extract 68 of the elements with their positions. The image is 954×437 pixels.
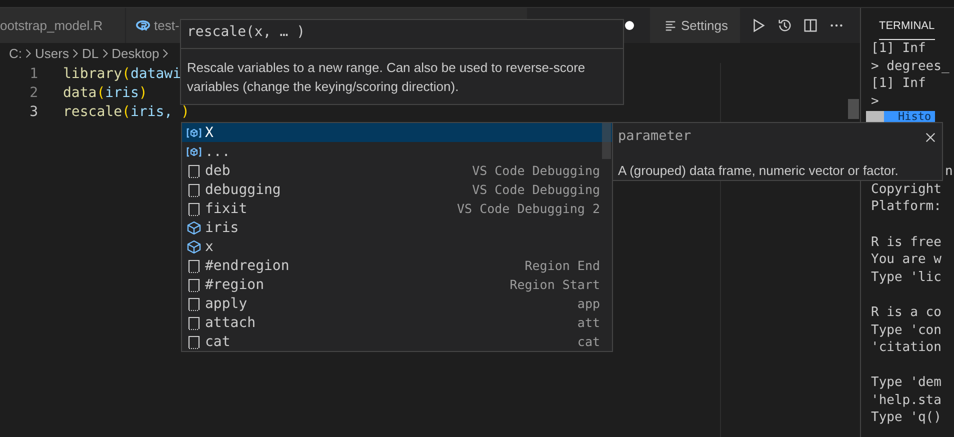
line-number: 2 [28,84,39,103]
run-icon[interactable] [750,18,766,33]
suggestion-item[interactable]: attach att [182,313,612,332]
terminal-line: 'help.sta [871,392,942,408]
suggestion-item[interactable]: #region Region Start [182,275,612,294]
chevron-icon [25,48,32,58]
terminal-line: > degrees_ [871,58,950,74]
terminal-line: [1] Inf [871,76,926,92]
snippet-icon [186,314,202,330]
terminal-line: [1] Inf [871,41,926,56]
line-number: 3 [28,103,39,122]
snippet-icon [186,162,202,178]
split-editor-icon[interactable] [802,18,818,33]
r-logo-icon [136,18,150,32]
terminal-line: > [871,94,879,109]
scrollbar-thumb[interactable] [848,99,859,119]
breadcrumb[interactable]: DL [82,46,99,60]
scrollbar-thumb[interactable] [602,123,611,159]
suggestion-item[interactable]: ... [182,142,612,161]
suggestion-item[interactable]: #endregion Region End [182,256,612,275]
terminal-line: n [945,164,953,180]
close-icon [925,132,936,143]
terminal-line: R is free [871,234,942,250]
suggestion-item[interactable]: cat cat [182,332,612,351]
terminal-tab[interactable]: TERMINAL [879,20,935,40]
terminal-line: Type 'q() [871,410,942,426]
snippet-icon [186,296,202,312]
line-number: 1 [28,65,39,84]
terminal-line: Copyright [871,182,942,197]
terminal-line: Type 'lic [871,270,942,285]
editor-tab[interactable]: ootstrap_model.R [0,8,126,43]
signature-text: rescale(x, … ) [181,20,623,49]
suggestion-item[interactable]: iris [182,218,612,237]
details-title: parameter [618,128,692,144]
chevron-icon [72,48,79,58]
suggestion-item[interactable]: X [182,123,612,142]
breadcrumb[interactable]: Desktop [112,46,160,60]
terminal-line: Type 'con [871,322,942,338]
snippet-icon [186,258,202,274]
details-description: A (grouped) data frame, numeric vector or factor. [618,163,898,178]
breadcrumb[interactable]: C: [9,46,22,60]
cube-icon [186,238,202,254]
terminal-line: R is a co [871,304,942,320]
terminal-line: You are w [871,252,942,268]
chevron-icon [162,48,170,58]
suggestion-item[interactable]: debugging VS Code Debugging [182,180,612,199]
signature-description: Rescale variables to a new range. Can also be used to reverse-score variables (change the keying/scoring direction). [186,59,586,96]
terminal-line: 'citation [871,340,942,356]
suggestion-item[interactable]: apply app [182,294,612,313]
list-icon [664,19,677,32]
code-line: rescale(iris, ) [63,103,190,122]
terminal-line: Platform: [871,199,942,214]
snippet-icon [186,200,202,216]
suggestion-item[interactable]: fixit VS Code Debugging 2 [182,199,612,218]
history-icon[interactable] [776,18,792,33]
code-line: data(iris) [63,84,148,103]
snippet-icon [186,334,202,350]
cube-icon [186,220,202,236]
chevron-icon [102,48,109,58]
snippet-icon [186,276,202,292]
terminal-line: Type 'dem [871,375,942,390]
snippet-icon [186,182,202,198]
suggestion-item[interactable]: x [182,237,612,256]
code-line: library(datawi [63,65,182,84]
history-badge: Histo [866,111,936,122]
editor-tab[interactable]: Settings [650,8,741,43]
suggestion-item[interactable]: deb VS Code Debugging [182,161,612,180]
breadcrumb[interactable]: Users [35,46,69,60]
